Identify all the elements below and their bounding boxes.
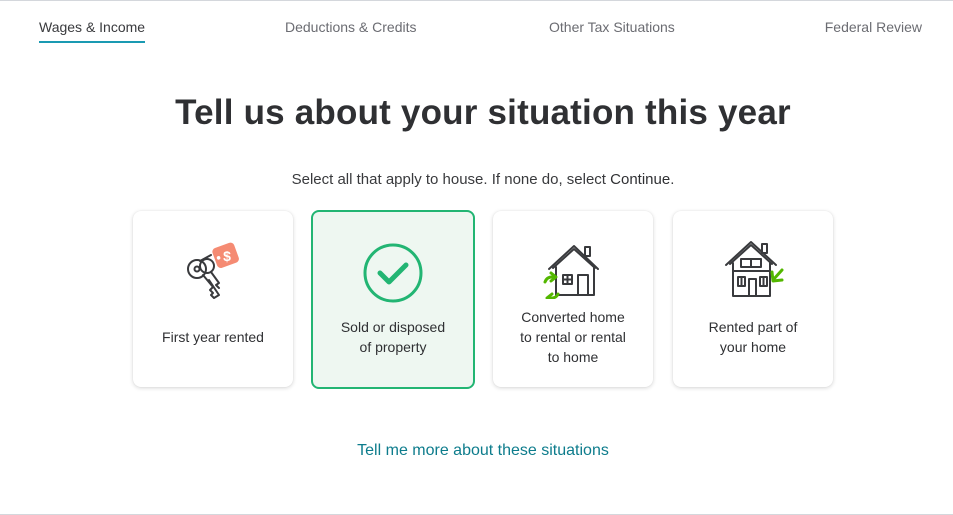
card-label: Sold or disposed of property [321, 317, 465, 357]
tab-other-tax-situations[interactable]: Other Tax Situations [549, 19, 675, 35]
card-sold-or-disposed[interactable]: Sold or disposed of property [311, 210, 475, 389]
top-nav: Wages & Income Deductions & Credits Othe… [0, 1, 953, 51]
card-first-year-rented[interactable]: $ First year rented [133, 211, 293, 387]
page-frame: Wages & Income Deductions & Credits Othe… [0, 0, 953, 515]
card-converted-home[interactable]: Converted home to rental or rental to ho… [493, 211, 653, 387]
card-label-line: Rented part of [708, 319, 798, 335]
keys-dollar-tag-icon: $ [187, 242, 239, 299]
card-label: Converted home to rental or rental to ho… [501, 307, 645, 367]
tab-federal-review[interactable]: Federal Review [825, 19, 922, 35]
tab-deductions-credits[interactable]: Deductions & Credits [285, 19, 417, 35]
card-label-line: of property [359, 339, 427, 355]
card-label-line: to home [547, 349, 599, 365]
subtitle-period: . [670, 171, 675, 188]
subtitle-continue: Continue [610, 171, 671, 188]
card-label-line: to rental or rental [520, 329, 626, 345]
subtitle-text: Select all that apply to house. If none … [291, 171, 611, 188]
card-label: Rented part of your home [681, 317, 825, 357]
page-title: Tell us about your situation this year [175, 93, 791, 132]
house-convert-icon [543, 245, 599, 299]
card-label-line: your home [719, 339, 787, 355]
tell-me-more-link[interactable]: Tell me more about these situations [0, 442, 953, 460]
checkmark-circle-icon [363, 243, 423, 303]
card-label-line: Sold or disposed [340, 319, 446, 335]
tab-wages-income[interactable]: Wages & Income [39, 19, 146, 43]
card-label: First year rented [162, 329, 264, 345]
svg-text:$: $ [223, 248, 231, 264]
page-subtitle: Select all that apply to house. If none … [0, 171, 953, 188]
card-rented-part-of-home[interactable]: Rented part of your home [673, 211, 833, 387]
house-rented-part-icon [725, 241, 784, 297]
card-label-line: Converted home [521, 309, 625, 325]
